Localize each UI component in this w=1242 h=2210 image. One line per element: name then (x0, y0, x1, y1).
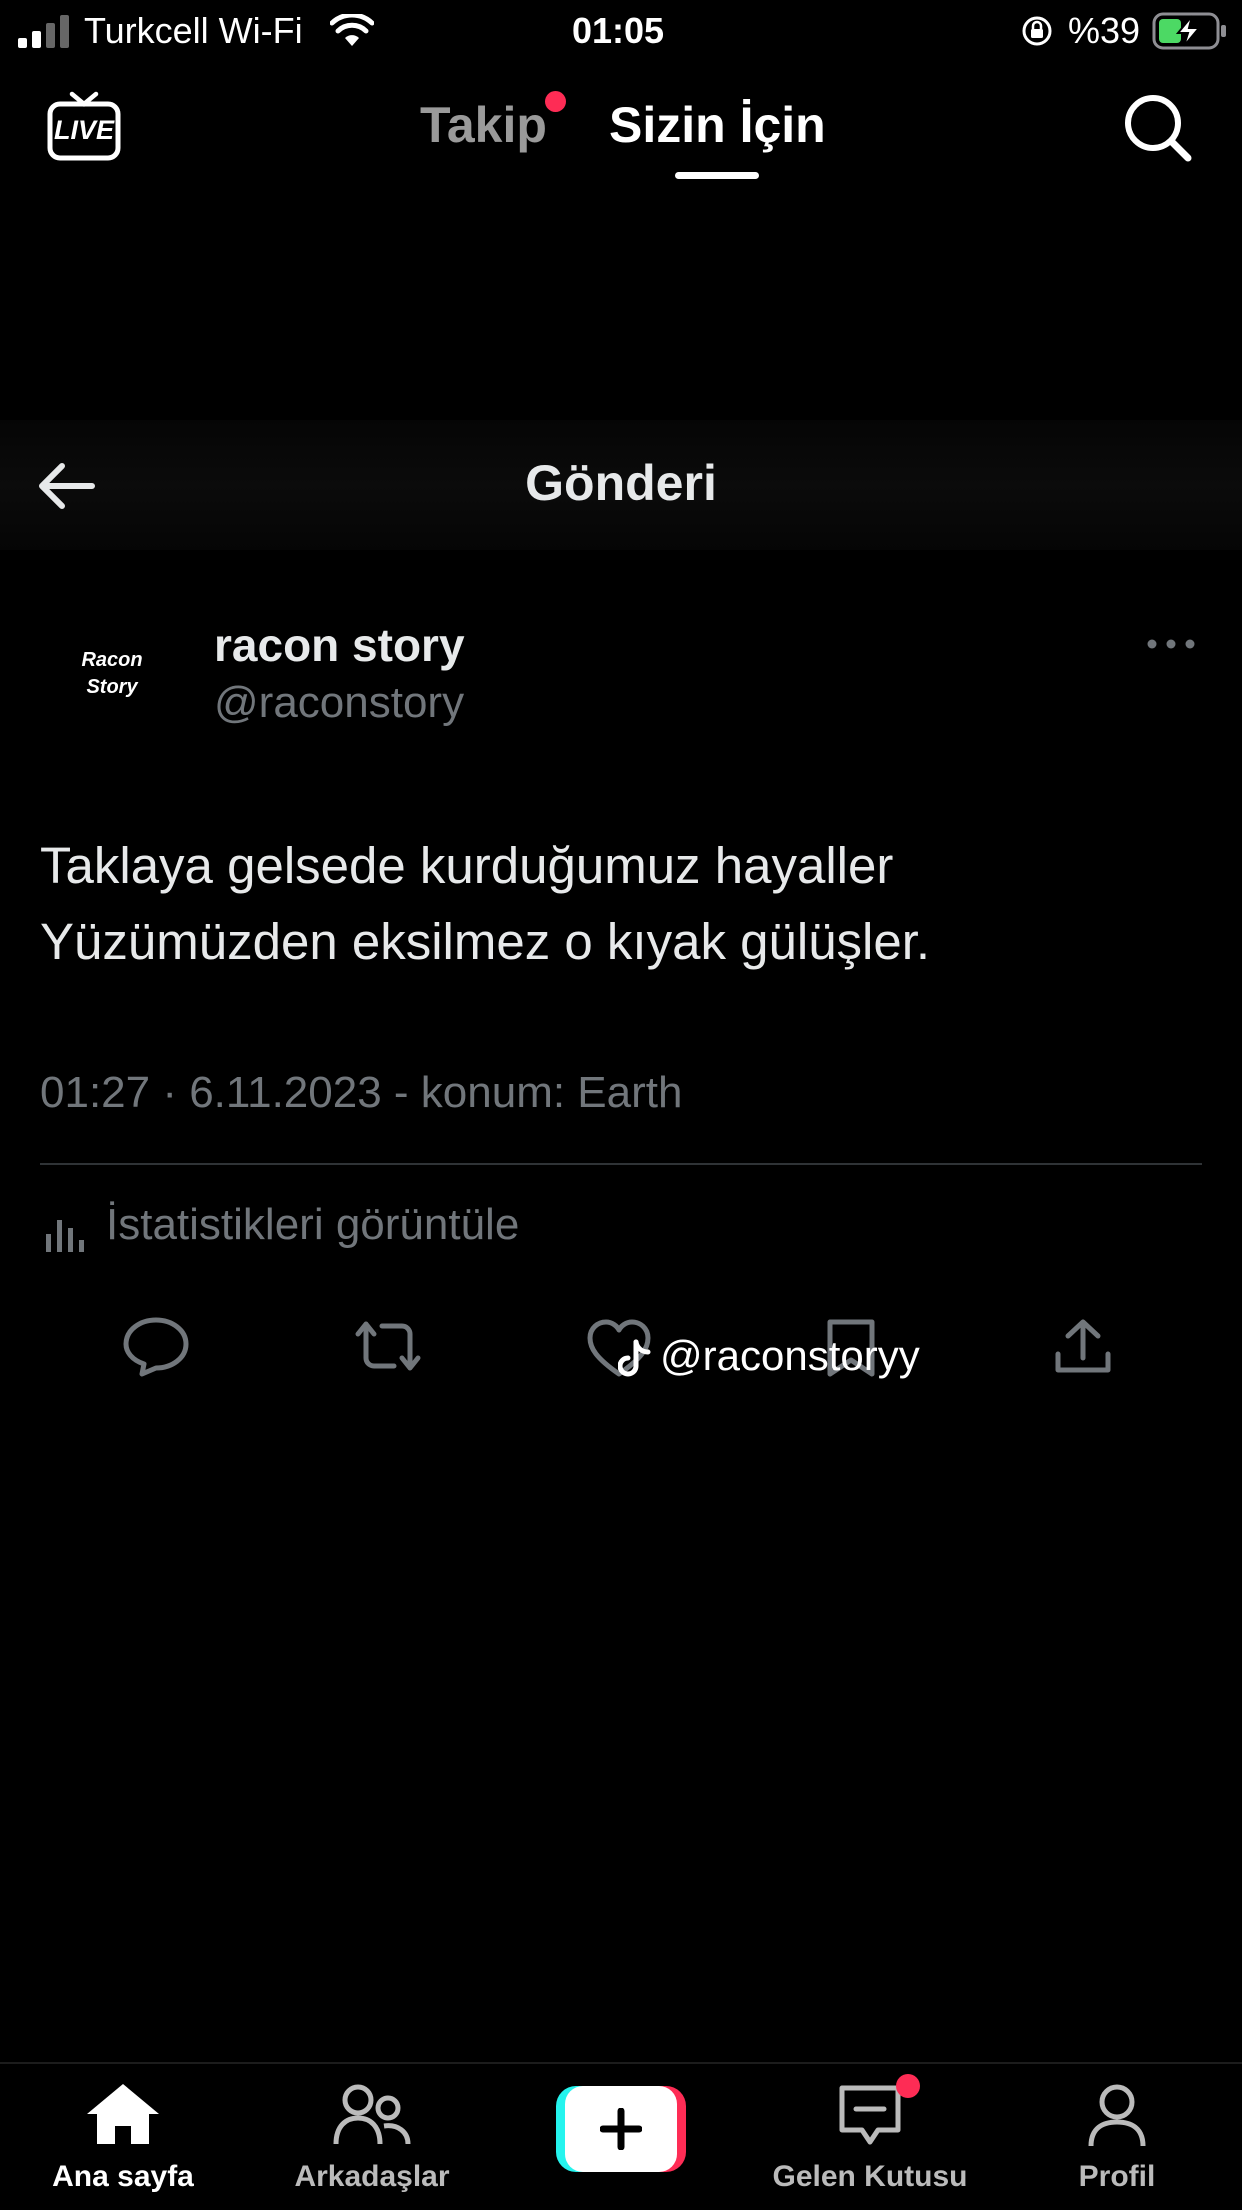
share-icon[interactable] (1052, 1316, 1114, 1378)
create-button[interactable] (556, 2086, 686, 2172)
battery-percent: %39 (1068, 10, 1141, 51)
retweet-icon[interactable] (350, 1316, 426, 1376)
post-text-line2: Yüzümüzden eksilmez o kıyak gülüşler. (40, 913, 931, 970)
nav-profile-label: Profil (1078, 2160, 1156, 2193)
post-header: Gönderi (0, 420, 1242, 550)
post-title: Gönderi (525, 455, 717, 511)
plus-icon (600, 2108, 642, 2150)
live-label: LIVE (53, 115, 114, 145)
divider (40, 1163, 1202, 1165)
nav-profile[interactable]: Profil (997, 2064, 1237, 2210)
inbox-icon (839, 2085, 901, 2145)
reply-icon[interactable] (122, 1316, 190, 1378)
avatar[interactable]: Racon Story (52, 615, 172, 735)
post-text-line1: Taklaya gelsede kurduğumuz hayaller (40, 837, 894, 894)
view-stats-label: İstatistikleri görüntüle (106, 1200, 520, 1249)
post-meta: 01:27 · 6.11.2023 - konum: Earth (40, 1068, 683, 1117)
tiktok-logo-icon (618, 1339, 651, 1377)
orientation-lock-icon (1022, 16, 1052, 46)
nav-friends[interactable]: Arkadaşlar (252, 2064, 492, 2210)
nav-home[interactable]: Ana sayfa (3, 2064, 243, 2210)
author-name[interactable]: racon story (214, 618, 465, 672)
wifi-icon (330, 14, 374, 46)
battery-charging-icon (1152, 12, 1226, 50)
post-text: Taklaya gelsede kurduğumuz hayaller Yüzü… (40, 828, 1200, 980)
search-icon[interactable] (1122, 92, 1194, 164)
clock: 01:05 (572, 10, 665, 51)
nav-inbox[interactable]: Gelen Kutusu (750, 2064, 990, 2210)
home-icon (87, 2084, 159, 2144)
nav-inbox-label: Gelen Kutusu (772, 2160, 968, 2193)
bottom-nav: Ana sayfa Arkadaşlar Gelen Kutusu Profil (0, 2062, 1242, 2210)
more-options-icon[interactable] (1146, 634, 1196, 654)
author-handle[interactable]: @raconstory (214, 678, 464, 728)
bar-chart-icon (46, 1220, 84, 1252)
friends-icon (333, 2084, 411, 2145)
tab-following[interactable]: Takip (420, 96, 547, 154)
tab-for-you[interactable]: Sizin İçin (609, 96, 826, 154)
avatar-text-line2: Story (86, 676, 138, 698)
profile-icon (1088, 2084, 1146, 2147)
watermark-handle: @raconstoryy (660, 1332, 920, 1379)
avatar-text-line1: Racon (81, 649, 143, 671)
nav-friends-label: Arkadaşlar (294, 2160, 450, 2193)
live-button[interactable]: LIVE (46, 88, 122, 164)
carrier-label: Turkcell Wi-Fi (84, 10, 303, 51)
tab-following-notification-dot (545, 91, 566, 112)
active-tab-indicator (675, 172, 759, 179)
inbox-notification-dot (896, 2074, 920, 2098)
nav-home-label: Ana sayfa (52, 2160, 194, 2193)
signal-icon (18, 15, 69, 48)
